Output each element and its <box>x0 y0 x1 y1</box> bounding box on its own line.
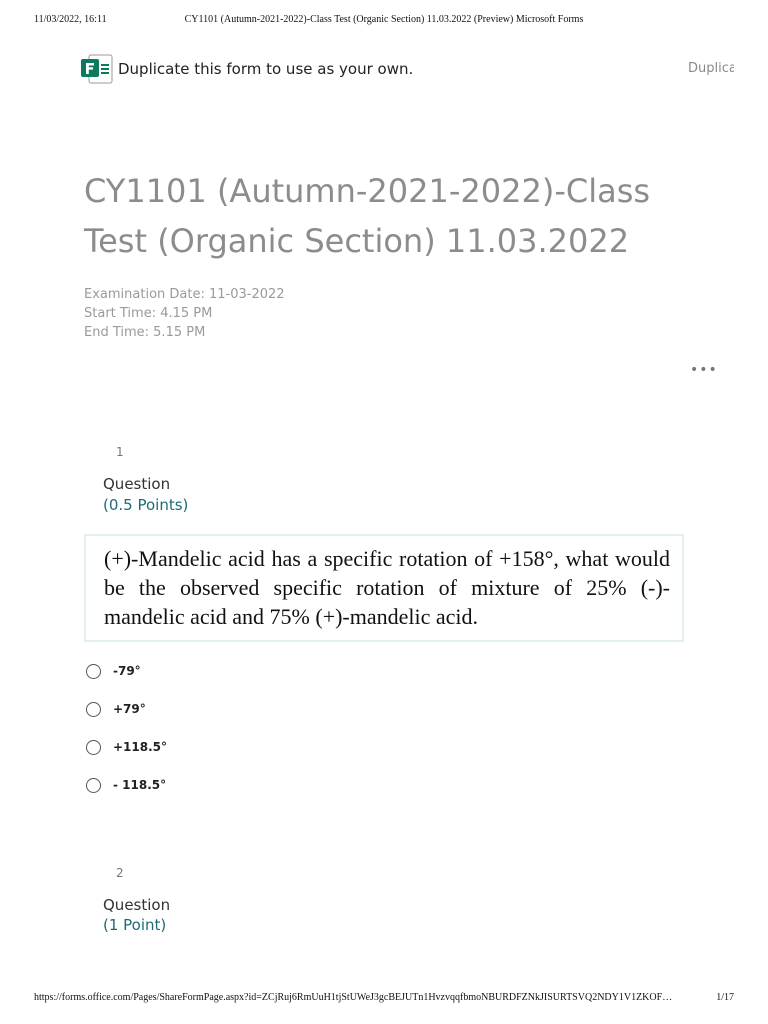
radio-button[interactable] <box>86 778 101 793</box>
question-number: 1 <box>116 445 124 459</box>
question-points: (1 Point) <box>103 916 167 934</box>
option-label: -79° <box>113 664 141 678</box>
option-label: - 118.5° <box>113 778 167 792</box>
duplicate-link[interactable]: Duplicate <box>688 61 734 76</box>
question-points: (0.5 Points) <box>103 496 189 514</box>
print-url: https://forms.office.com/Pages/ShareForm… <box>34 992 674 1003</box>
radio-button[interactable] <box>86 664 101 679</box>
form-description: Examination Date: 11-03-2022 Start Time:… <box>84 285 584 342</box>
duplicate-bar: Duplicate this form to use as your own. … <box>80 52 734 86</box>
question-label: Question <box>103 896 171 914</box>
question-number: 2 <box>116 866 124 880</box>
option-label: +118.5° <box>113 740 168 754</box>
radio-button[interactable] <box>86 740 101 755</box>
radio-button[interactable] <box>86 702 101 717</box>
option-1[interactable]: -79° <box>86 663 386 683</box>
print-page-title: CY1101 (Autumn-2021-2022)-Class Test (Or… <box>184 14 584 25</box>
ellipsis-icon[interactable]: ••• <box>690 362 717 378</box>
option-label: +79° <box>113 702 146 716</box>
question-label: Question <box>103 475 171 493</box>
question-image: (+)-Mandelic acid has a specific rotatio… <box>84 534 684 642</box>
option-4[interactable]: - 118.5° <box>86 777 386 797</box>
option-3[interactable]: +118.5° <box>86 739 386 759</box>
print-page-number: 1/17 <box>716 992 734 1003</box>
exam-date-line: Examination Date: 11-03-2022 <box>84 287 285 302</box>
print-footer: https://forms.office.com/Pages/ShareForm… <box>34 992 734 1008</box>
form-title: CY1101 (Autumn-2021-2022)-Class Test (Or… <box>84 172 651 260</box>
print-header: 11/03/2022, 16:11 CY1101 (Autumn-2021-20… <box>34 14 734 30</box>
option-2[interactable]: +79° <box>86 701 386 721</box>
microsoft-forms-logo-icon <box>81 54 113 84</box>
duplicate-message: Duplicate this form to use as your own. <box>118 60 414 78</box>
start-time-line: Start Time: 4.15 PM <box>84 306 213 321</box>
end-time-line: End Time: 5.15 PM <box>84 325 206 340</box>
